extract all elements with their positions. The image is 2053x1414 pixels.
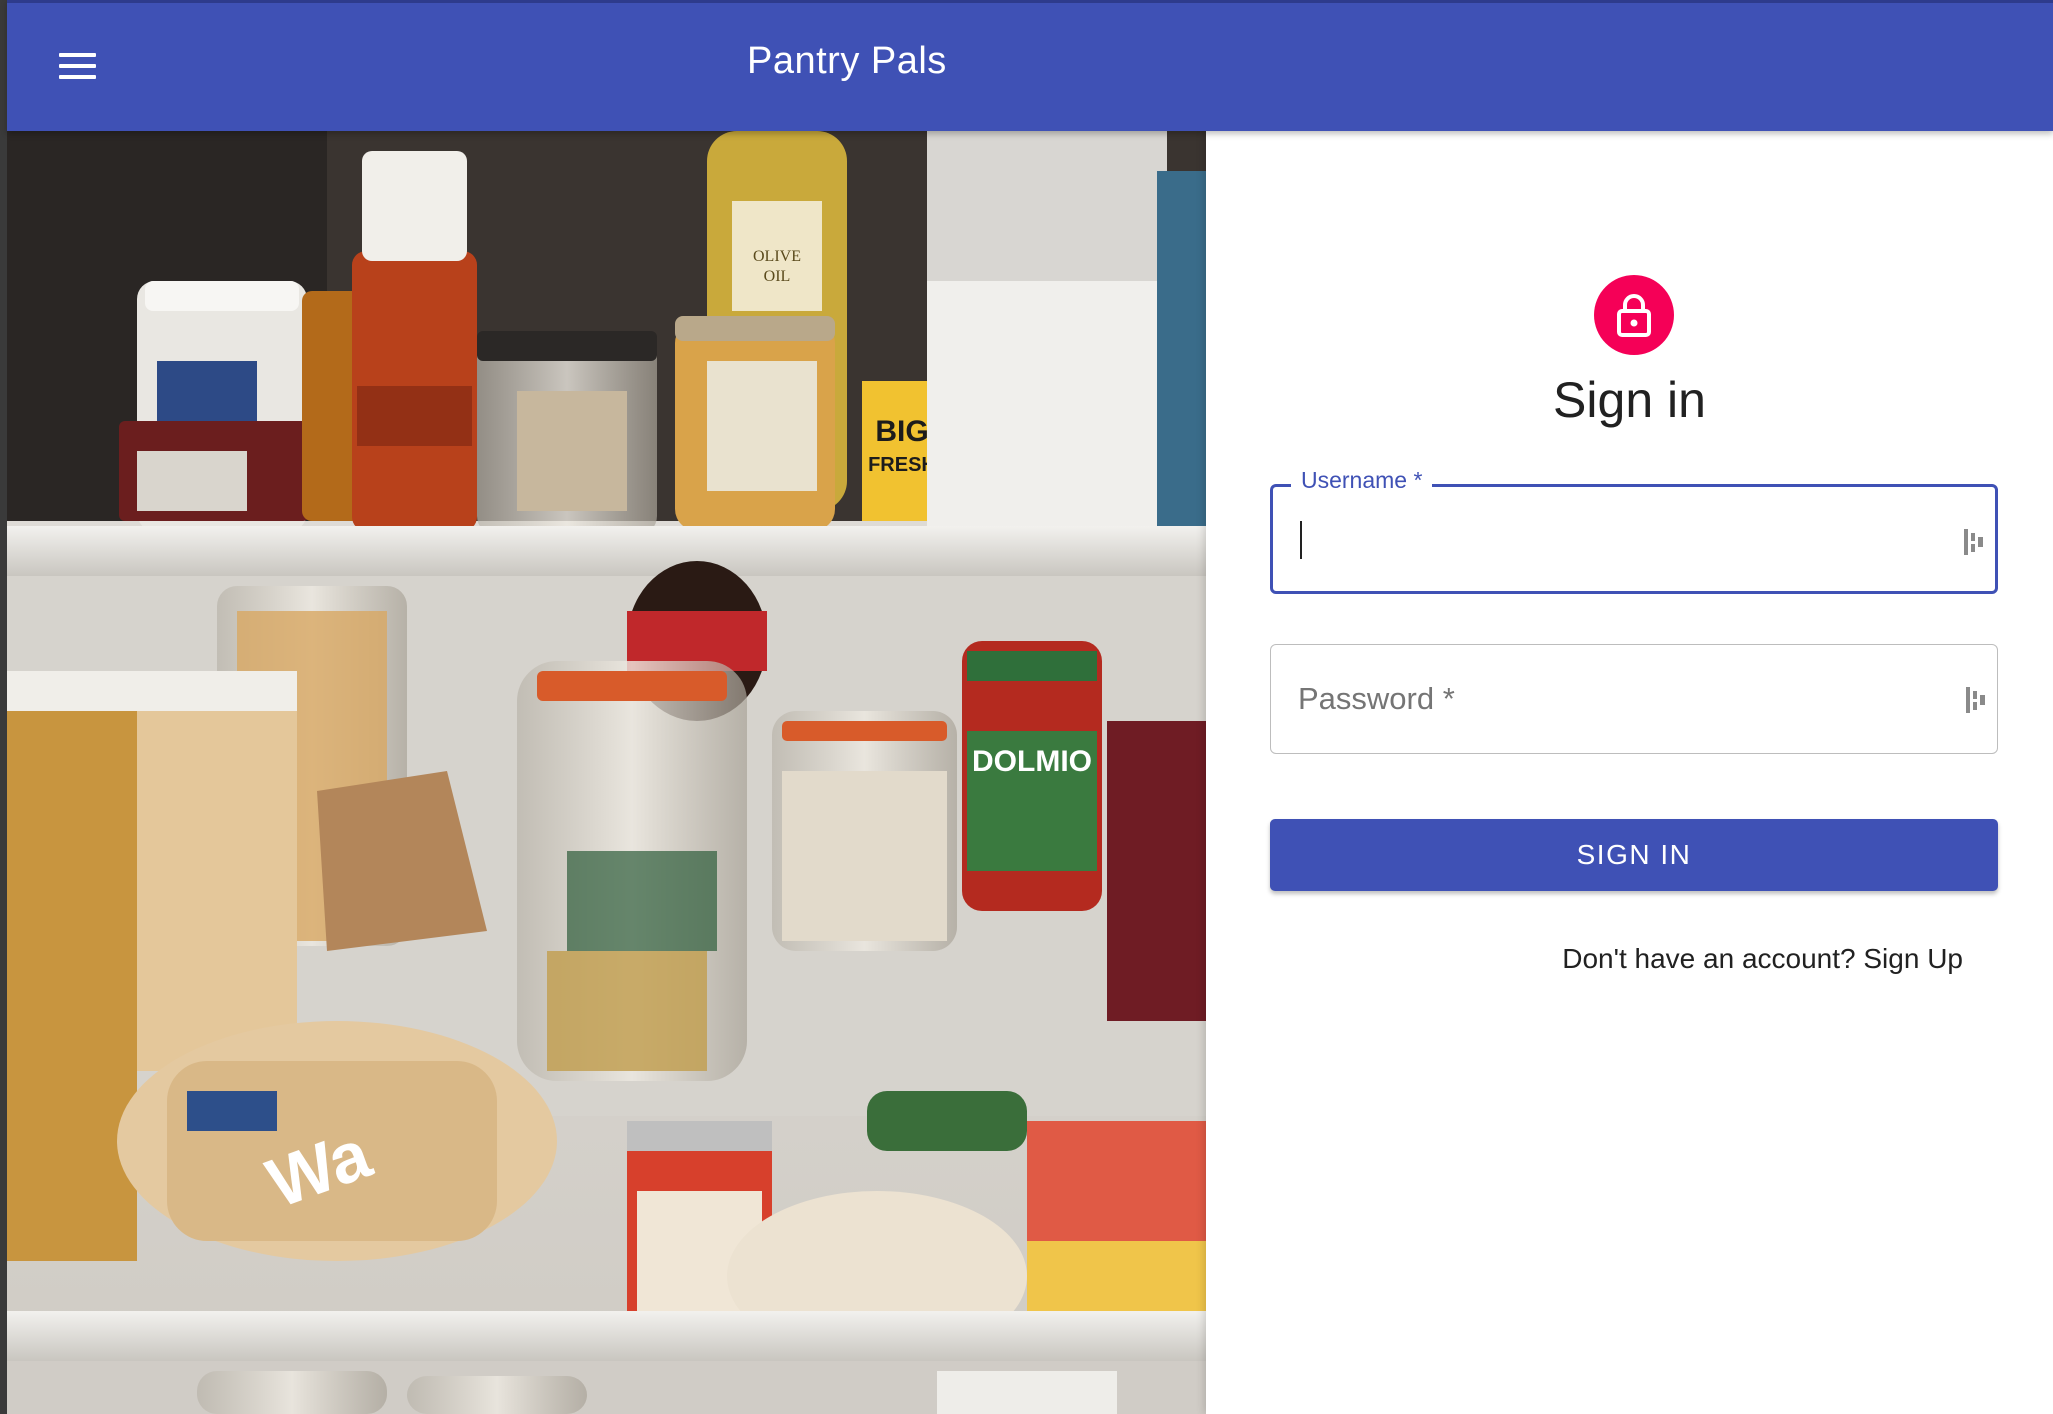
menu-button[interactable] bbox=[47, 36, 107, 96]
sign-in-button[interactable]: SIGN IN bbox=[1270, 819, 1998, 891]
text-cursor bbox=[1300, 521, 1302, 559]
page: Pantry Pals OLIVE OIL BIG FRESH DOLMIO W… bbox=[0, 0, 2053, 1414]
menu-icon bbox=[58, 53, 96, 79]
app-bar-top-border bbox=[7, 0, 2053, 3]
sign-up-link[interactable]: Don't have an account? Sign Up bbox=[1562, 943, 1963, 975]
svg-text:FRESH: FRESH bbox=[868, 454, 936, 476]
sign-in-heading: Sign in bbox=[1553, 372, 1706, 428]
svg-text:DOLMIO: DOLMIO bbox=[972, 745, 1092, 778]
svg-text:OIL: OIL bbox=[764, 268, 791, 285]
window-edge bbox=[0, 0, 7, 1414]
lock-icon bbox=[1617, 294, 1651, 337]
app-bar: Pantry Pals bbox=[7, 0, 2053, 131]
password-field[interactable]: Password * bbox=[1270, 644, 1998, 754]
username-field[interactable]: Username * bbox=[1270, 467, 1998, 594]
username-label: Username * bbox=[1291, 467, 1433, 494]
password-manager-icon[interactable] bbox=[1961, 525, 1987, 559]
svg-text:BIG: BIG bbox=[875, 415, 928, 448]
password-label: Password * bbox=[1298, 681, 1455, 716]
lock-avatar bbox=[1594, 275, 1674, 355]
password-manager-icon[interactable] bbox=[1963, 683, 1989, 717]
app-title: Pantry Pals bbox=[747, 40, 947, 82]
sign-in-form: Sign in Username * Password * SIGN IN Do… bbox=[1206, 131, 2053, 1414]
svg-text:OLIVE: OLIVE bbox=[753, 248, 801, 265]
pantry-photo: OLIVE OIL BIG FRESH DOLMIO Wa bbox=[7, 131, 1206, 1414]
